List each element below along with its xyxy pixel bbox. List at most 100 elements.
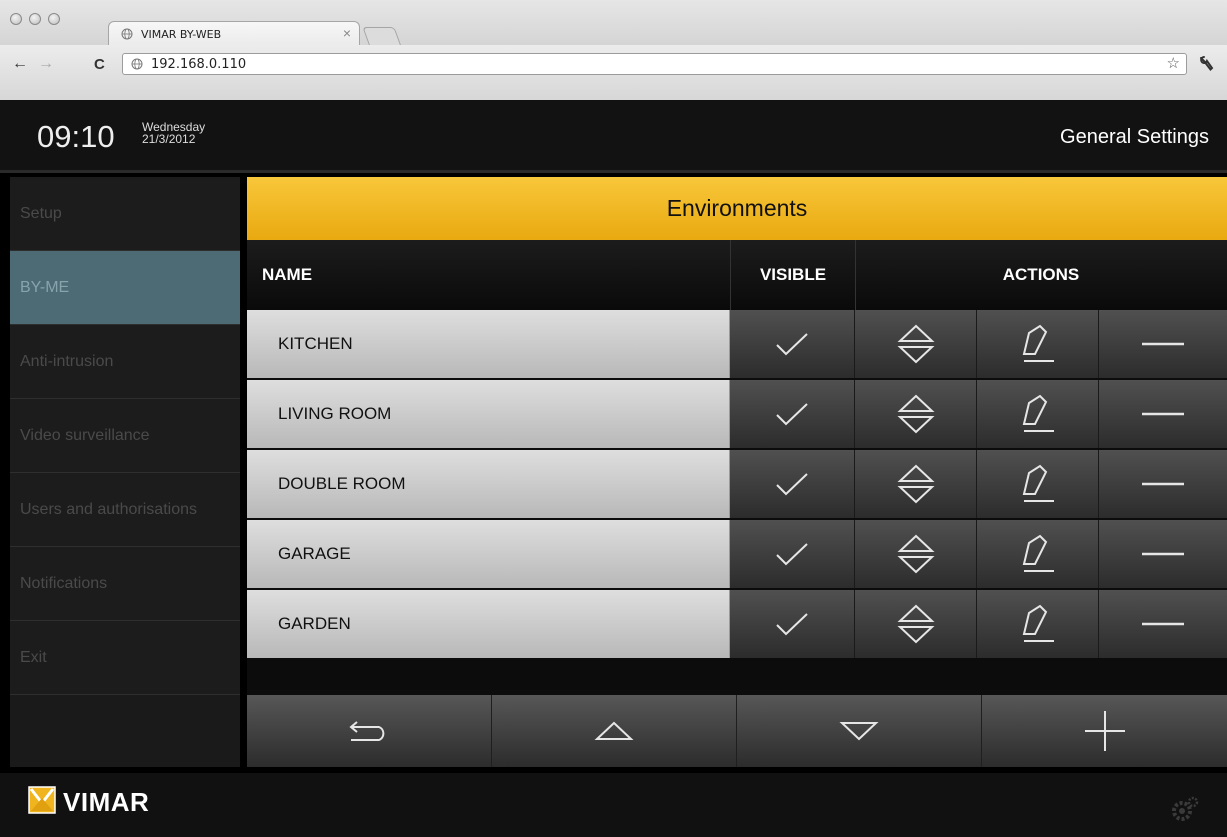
browser-tab[interactable]: VIMAR BY-WEB × [108, 21, 360, 46]
app-container: 09:10 Wednesday 21/3/2012 General Settin… [0, 100, 1227, 837]
reload-icon[interactable]: C [94, 56, 105, 73]
edit-icon [1022, 464, 1054, 502]
sidebar-item-video-surveillance[interactable]: Video surveillance [10, 399, 240, 473]
back-arrow-icon[interactable]: ← [12, 55, 28, 73]
reorder-button[interactable] [855, 450, 977, 518]
url-text: 192.168.0.110 [151, 57, 247, 72]
table-row: KITCHEN [247, 310, 1227, 378]
main-panel: Environments NAME VISIBLE ACTIONS KITCHE… [247, 177, 1227, 767]
minimize-window-button[interactable] [29, 13, 41, 25]
reorder-button[interactable] [855, 520, 977, 588]
zoom-window-button[interactable] [48, 13, 60, 25]
edit-button[interactable] [977, 450, 1099, 518]
visible-toggle[interactable] [730, 310, 855, 378]
table-row: GARAGE [247, 520, 1227, 588]
gear-icon[interactable] [1170, 795, 1200, 823]
row-name[interactable]: GARAGE [247, 520, 730, 588]
column-header-name: NAME [262, 265, 313, 284]
remove-icon [1142, 622, 1184, 626]
remove-icon [1142, 482, 1184, 486]
move-down-button[interactable] [737, 695, 982, 767]
sidebar-item-notifications[interactable]: Notifications [10, 547, 240, 621]
address-bar[interactable]: 192.168.0.110 ☆ [122, 53, 1187, 75]
sidebar-item-users[interactable]: Users and authorisations [10, 473, 240, 547]
close-window-button[interactable] [10, 13, 22, 25]
row-name[interactable]: DOUBLE ROOM [247, 450, 730, 518]
remove-icon [1142, 412, 1184, 416]
browser-toolbar: ← → C 192.168.0.110 ☆ [0, 45, 1227, 101]
remove-icon [1142, 342, 1184, 346]
add-button[interactable] [982, 695, 1227, 767]
column-header-visible: VISIBLE [730, 240, 856, 310]
sidebar-item-setup[interactable]: Setup [10, 177, 240, 251]
down-icon [839, 722, 879, 741]
remove-icon [1142, 552, 1184, 556]
reorder-button[interactable] [855, 310, 977, 378]
section-title: Environments [247, 177, 1227, 240]
edit-button[interactable] [977, 520, 1099, 588]
remove-button[interactable] [1099, 450, 1227, 518]
new-tab-button[interactable] [362, 27, 402, 47]
reorder-icon [896, 394, 935, 434]
table-header: NAME VISIBLE ACTIONS [247, 240, 1227, 310]
app-header: 09:10 Wednesday 21/3/2012 General Settin… [0, 100, 1227, 173]
check-icon [776, 333, 808, 356]
remove-button[interactable] [1099, 520, 1227, 588]
visible-toggle[interactable] [730, 380, 855, 448]
move-up-button[interactable] [492, 695, 737, 767]
bookmark-star-icon[interactable]: ☆ [1167, 54, 1180, 72]
visible-toggle[interactable] [730, 450, 855, 518]
table-row: LIVING ROOM [247, 380, 1227, 448]
page-title: General Settings [1060, 126, 1209, 148]
reorder-icon [896, 324, 935, 364]
up-icon [594, 721, 634, 740]
remove-button[interactable] [1099, 310, 1227, 378]
row-name[interactable]: GARDEN [247, 590, 730, 658]
globe-icon [131, 58, 143, 70]
reorder-button[interactable] [855, 380, 977, 448]
back-icon [349, 721, 385, 741]
reorder-icon [896, 464, 935, 504]
back-button[interactable] [247, 695, 492, 767]
reorder-icon [896, 604, 935, 644]
edit-button[interactable] [977, 590, 1099, 658]
reorder-icon [896, 534, 935, 574]
check-icon [776, 403, 808, 426]
clock-time: 09:10 [37, 119, 115, 154]
reorder-button[interactable] [855, 590, 977, 658]
forward-arrow-icon[interactable]: → [38, 55, 54, 73]
tab-title: VIMAR BY-WEB [141, 28, 222, 41]
check-icon [776, 613, 808, 636]
add-icon [1084, 711, 1125, 751]
edit-icon [1022, 534, 1054, 572]
remove-button[interactable] [1099, 590, 1227, 658]
visible-toggle[interactable] [730, 520, 855, 588]
check-icon [776, 543, 808, 566]
clock-date: Wednesday 21/3/2012 [142, 121, 205, 145]
date-label: 21/3/2012 [142, 132, 196, 146]
vimar-logo-icon [28, 786, 56, 814]
wrench-icon[interactable] [1198, 55, 1214, 75]
remove-button[interactable] [1099, 380, 1227, 448]
table-row: GARDEN [247, 590, 1227, 658]
sidebar-item-anti-intrusion[interactable]: Anti-intrusion [10, 325, 240, 399]
app-footer: VIMAR [0, 773, 1227, 837]
row-name[interactable]: KITCHEN [247, 310, 730, 378]
brand-name: VIMAR [63, 787, 150, 817]
column-header-actions: ACTIONS [1002, 265, 1080, 284]
sidebar: Setup BY-ME Anti-intrusion Video surveil… [10, 177, 240, 767]
sidebar-item-by-me[interactable]: BY-ME [10, 251, 240, 325]
check-icon [776, 473, 808, 496]
edit-button[interactable] [977, 380, 1099, 448]
edit-icon [1022, 604, 1054, 642]
bottom-toolbar [247, 695, 1227, 767]
edit-button[interactable] [977, 310, 1099, 378]
edit-icon [1022, 394, 1054, 432]
tab-close-icon[interactable]: × [343, 25, 351, 41]
table-row: DOUBLE ROOM [247, 450, 1227, 518]
edit-icon [1022, 324, 1054, 362]
row-name[interactable]: LIVING ROOM [247, 380, 730, 448]
sidebar-item-exit[interactable]: Exit [10, 621, 240, 695]
globe-icon [121, 28, 133, 40]
visible-toggle[interactable] [730, 590, 855, 658]
